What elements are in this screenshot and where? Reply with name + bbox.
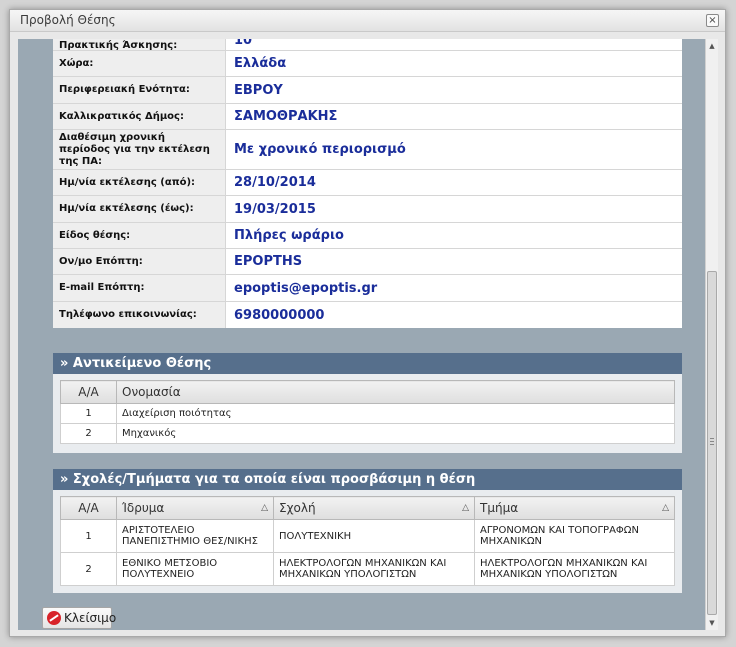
column-header-institution[interactable]: Ίδρυμα △	[116, 496, 274, 520]
column-header-school[interactable]: Σχολή △	[273, 496, 475, 520]
cell-index: 1	[60, 403, 117, 424]
column-header-label: Τμήμα	[480, 501, 519, 515]
cell-school: ΠΟΛΥΤΕΧΝΙΚΗ	[273, 519, 475, 553]
info-value: Πλήρες ωράριο	[234, 228, 344, 243]
info-row: Διαθέσιμες Θέσεις Πρακτικής Άσκησης: 10	[53, 39, 682, 51]
info-row: Είδος θέσης: Πλήρες ωράριο	[53, 223, 682, 249]
info-value: Με χρονικό περιορισμό	[234, 142, 406, 157]
table-row[interactable]: 2 ΕΘΝΙΚΟ ΜΕΤΣΟΒΙΟ ΠΟΛΥΤΕΧΝΕΙΟ ΗΛΕΚΤΡΟΛΟΓ…	[60, 552, 675, 586]
column-header-index[interactable]: Α/Α	[60, 380, 117, 404]
close-circle-icon	[47, 611, 61, 625]
info-label: Είδος θέσης:	[53, 223, 226, 248]
table-row[interactable]: 1 ΑΡΙΣΤΟΤΕΛΕΙΟ ΠΑΝΕΠΙΣΤΗΜΙΟ ΘΕΣ/ΝΙΚΗΣ ΠΟ…	[60, 519, 675, 553]
info-row: Τηλέφωνο επικοινωνίας: 6980000000	[53, 302, 682, 328]
view-position-dialog: Προβολή Θέσης × Διαθέσιμες Θέσεις Πρακτι…	[9, 9, 726, 637]
column-header-label: Σχολή	[279, 501, 316, 515]
info-label: Τηλέφωνο επικοινωνίας:	[53, 302, 226, 328]
schools-section-header: » Σχολές/Τμήματα για τα οποία είναι προσ…	[53, 469, 682, 490]
info-row: Χώρα: Ελλάδα	[53, 51, 682, 77]
cell-index: 2	[60, 552, 117, 586]
cell-index: 1	[60, 519, 117, 553]
info-label: Ον/μο Επόπτη:	[53, 249, 226, 274]
info-row: Καλλικρατικός Δήμος: ΣΑΜΟΘΡΑΚΗΣ	[53, 104, 682, 130]
info-label: Ημ/νία εκτέλεσης (από):	[53, 170, 226, 195]
column-header-name[interactable]: Ονομασία	[116, 380, 675, 404]
info-label: Χώρα:	[53, 51, 226, 76]
close-button-label: Κλείσιμο	[64, 611, 117, 625]
object-table: Α/Α Ονομασία 1 Διαχείριση ποιότητας 2 Μη…	[60, 380, 675, 444]
table-row[interactable]: 1 Διαχείριση ποιότητας	[60, 403, 675, 424]
dialog-content: Διαθέσιμες Θέσεις Πρακτικής Άσκησης: 10 …	[18, 39, 718, 630]
position-details: Διαθέσιμες Θέσεις Πρακτικής Άσκησης: 10 …	[53, 39, 682, 328]
info-label: Διαθέσιμη χρονική περίοδος για την εκτέλ…	[53, 130, 226, 169]
grip-icon	[710, 438, 714, 445]
scroll-up-icon[interactable]: ▲	[706, 39, 718, 53]
info-label: Διαθέσιμες Θέσεις Πρακτικής Άσκησης:	[53, 39, 226, 51]
info-value: ΣΑΜΟΘΡΑΚΗΣ	[234, 109, 338, 124]
scrollbar-thumb[interactable]	[707, 271, 717, 615]
info-value: epoptis@epoptis.gr	[234, 280, 378, 296]
cell-name: Διαχείριση ποιότητας	[116, 403, 675, 424]
info-value: 10	[234, 39, 253, 48]
close-button[interactable]: Κλείσιμο	[42, 607, 116, 629]
cell-institution: ΕΘΝΙΚΟ ΜΕΤΣΟΒΙΟ ΠΟΛΥΤΕΧΝΕΙΟ	[116, 552, 274, 586]
info-value: 19/03/2015	[234, 201, 316, 217]
info-label: Καλλικρατικός Δήμος:	[53, 104, 226, 129]
sort-icon[interactable]: △	[261, 503, 268, 513]
column-header-index[interactable]: Α/Α	[60, 496, 117, 520]
scroll-down-icon[interactable]: ▼	[706, 616, 718, 630]
info-row: Ον/μο Επόπτη: EPOPTHS	[53, 249, 682, 275]
info-label: E-mail Επόπτη:	[53, 275, 226, 301]
close-icon[interactable]: ×	[706, 14, 719, 27]
info-label: Περιφερειακή Ενότητα:	[53, 77, 226, 103]
dialog-titlebar[interactable]: Προβολή Θέσης ×	[10, 10, 725, 32]
cell-department: ΗΛΕΚΤΡΟΛΟΓΩΝ ΜΗΧΑΝΙΚΩΝ ΚΑΙ ΜΗΧΑΝΙΚΩΝ ΥΠΟ…	[474, 552, 675, 586]
info-label: Ημ/νία εκτέλεσης (έως):	[53, 196, 226, 222]
schools-table: Α/Α Ίδρυμα △ Σχολή △ Τμήμα △ 1 ΑΡΙΣΤΟΤΕΛ…	[60, 496, 675, 586]
cell-school: ΗΛΕΚΤΡΟΛΟΓΩΝ ΜΗΧΑΝΙΚΩΝ ΚΑΙ ΜΗΧΑΝΙΚΩΝ ΥΠΟ…	[273, 552, 475, 586]
info-value: Ελλάδα	[234, 56, 287, 71]
cell-name: Μηχανικός	[116, 423, 675, 444]
column-header-department[interactable]: Τμήμα △	[474, 496, 675, 520]
info-row: Περιφερειακή Ενότητα: ΕΒΡΟΥ	[53, 77, 682, 104]
info-row: E-mail Επόπτη: epoptis@epoptis.gr	[53, 275, 682, 302]
table-row[interactable]: 2 Μηχανικός	[60, 423, 675, 444]
schools-section-body: Α/Α Ίδρυμα △ Σχολή △ Τμήμα △ 1 ΑΡΙΣΤΟΤΕΛ…	[53, 490, 682, 593]
cell-department: ΑΓΡΟΝΟΜΩΝ ΚΑΙ ΤΟΠΟΓΡΑΦΩΝ ΜΗΧΑΝΙΚΩΝ	[474, 519, 675, 553]
info-row: Διαθέσιμη χρονική περίοδος για την εκτέλ…	[53, 130, 682, 170]
object-section-header: » Αντικείμενο Θέσης	[53, 353, 682, 374]
info-value: 28/10/2014	[234, 175, 316, 190]
dialog-title: Προβολή Θέσης	[20, 13, 116, 27]
sort-icon[interactable]: △	[462, 503, 469, 513]
info-value: EPOPTHS	[234, 254, 303, 269]
column-header-label: Ίδρυμα	[122, 501, 165, 515]
object-section-body: Α/Α Ονομασία 1 Διαχείριση ποιότητας 2 Μη…	[53, 374, 682, 453]
vertical-scrollbar[interactable]: ▲ ▼	[705, 39, 718, 630]
info-value: 6980000000	[234, 307, 325, 323]
info-row: Ημ/νία εκτέλεσης (από): 28/10/2014	[53, 170, 682, 196]
sort-icon[interactable]: △	[662, 503, 669, 513]
info-row: Ημ/νία εκτέλεσης (έως): 19/03/2015	[53, 196, 682, 223]
info-value: ΕΒΡΟΥ	[234, 82, 283, 98]
cell-institution: ΑΡΙΣΤΟΤΕΛΕΙΟ ΠΑΝΕΠΙΣΤΗΜΙΟ ΘΕΣ/ΝΙΚΗΣ	[116, 519, 274, 553]
cell-index: 2	[60, 423, 117, 444]
